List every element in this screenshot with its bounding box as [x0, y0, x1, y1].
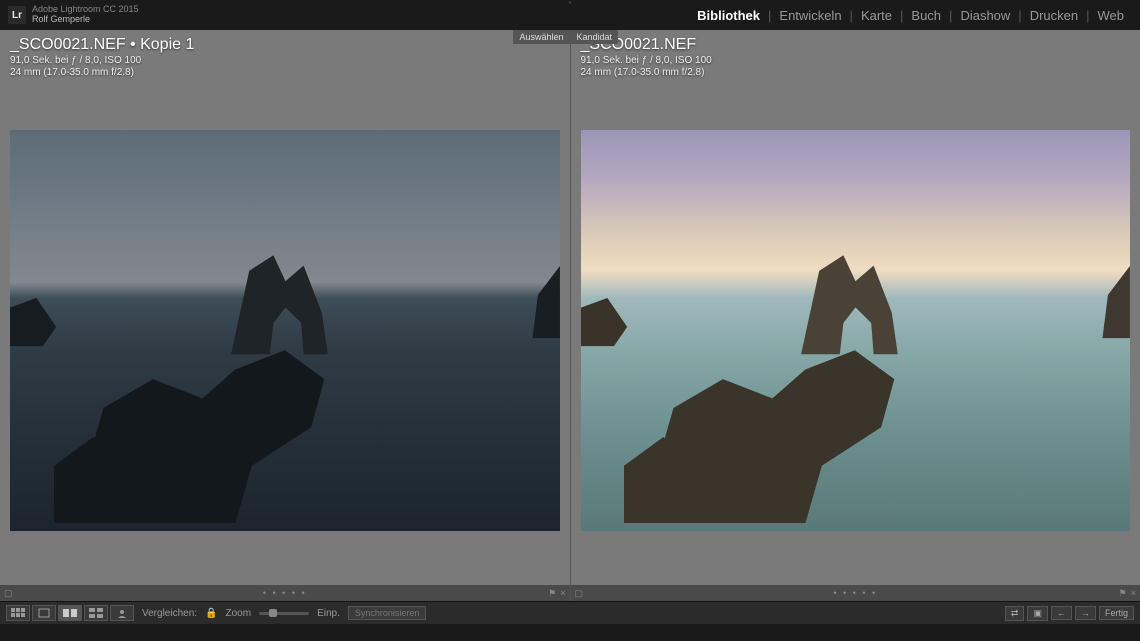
done-button[interactable]: Fertig	[1099, 606, 1134, 620]
next-button[interactable]: →	[1075, 606, 1096, 620]
select-close-icon[interactable]: ×	[560, 588, 565, 599]
compare-view-button[interactable]	[58, 605, 82, 621]
module-develop[interactable]: Entwickeln	[771, 8, 849, 23]
candidate-flag-icon[interactable]: ⚑	[1119, 588, 1127, 599]
candidate-exposure: 91,0 Sek. bei ƒ / 8,0, ISO 100	[581, 55, 712, 66]
lock-icon[interactable]: 🔒	[205, 608, 217, 619]
lightroom-logo-icon: Lr	[8, 6, 26, 24]
panel-collapse-handle[interactable]	[555, 0, 585, 6]
compare-nav: ⇄ ▣ ← → Fertig	[1005, 606, 1134, 621]
module-web[interactable]: Web	[1090, 8, 1133, 23]
select-index-icon: ▢	[4, 588, 13, 599]
candidate-footer: ▢ • • • • • ⚑ ×	[571, 585, 1140, 601]
app-identity: Lr Adobe Lightroom CC 2015 Rolf Gemperle	[8, 5, 139, 25]
compare-view: Auswählen _SCO0021.NEF • Kopie 1 91,0 Se…	[0, 30, 1140, 601]
rock-side	[505, 266, 560, 338]
candidate-lens: 24 mm (17.0-35.0 mm f/2.8)	[581, 67, 712, 78]
rock-side	[1075, 266, 1130, 338]
filmstrip-collapsed[interactable]	[0, 624, 1140, 641]
swap-button[interactable]: ⇄	[1005, 606, 1025, 621]
select-exposure: 91,0 Sek. bei ƒ / 8,0, ISO 100	[10, 55, 194, 66]
module-slideshow[interactable]: Diashow	[952, 8, 1018, 23]
candidate-photo	[581, 130, 1131, 531]
rock-foreground	[54, 331, 384, 523]
select-info-overlay: _SCO0021.NEF • Kopie 1 91,0 Sek. bei ƒ /…	[10, 36, 194, 78]
candidate-index-icon: ▢	[575, 588, 584, 599]
select-lens: 24 mm (17.0-35.0 mm f/2.8)	[10, 67, 194, 78]
rock-foreground	[624, 331, 954, 523]
candidate-close-icon[interactable]: ×	[1131, 588, 1136, 599]
module-picker: Bibliothek| Entwickeln| Karte| Buch| Dia…	[689, 8, 1132, 23]
fit-label: Einp.	[317, 608, 340, 619]
toolbar: Vergleichen: 🔒 Zoom Einp. Synchronisiere…	[0, 601, 1140, 624]
grid-view-button[interactable]	[6, 605, 30, 621]
candidate-rating[interactable]: • • • • •	[833, 588, 877, 598]
zoom-label: Zoom	[226, 608, 252, 619]
zoom-slider[interactable]	[259, 612, 309, 615]
select-image-area[interactable]	[0, 30, 570, 601]
candidate-panel: Kandidat _SCO0021.NEF 91,0 Sek. bei ƒ / …	[570, 30, 1140, 601]
view-mode-buttons	[6, 605, 134, 621]
prev-button[interactable]: ←	[1051, 606, 1072, 620]
sync-button[interactable]: Synchronisieren	[348, 606, 427, 620]
candidate-image-area[interactable]	[571, 30, 1140, 601]
module-map[interactable]: Karte	[853, 8, 900, 23]
select-panel: Auswählen _SCO0021.NEF • Kopie 1 91,0 Se…	[0, 30, 570, 601]
make-select-button[interactable]: ▣	[1027, 606, 1048, 621]
module-print[interactable]: Drucken	[1022, 8, 1086, 23]
candidate-tag: Kandidat	[571, 30, 619, 44]
select-rating[interactable]: • • • • •	[263, 588, 307, 598]
compare-label: Vergleichen:	[142, 608, 197, 619]
select-tag: Auswählen	[513, 30, 569, 44]
title-bar: Lr Adobe Lightroom CC 2015 Rolf Gemperle…	[0, 0, 1140, 30]
select-flag-icon[interactable]: ⚑	[548, 588, 556, 599]
loupe-view-button[interactable]	[32, 605, 56, 621]
select-filename: _SCO0021.NEF • Kopie 1	[10, 36, 194, 54]
module-library[interactable]: Bibliothek	[689, 8, 768, 23]
select-footer: ▢ • • • • • ⚑ ×	[0, 585, 570, 601]
module-book[interactable]: Buch	[903, 8, 949, 23]
select-photo	[10, 130, 560, 531]
survey-view-button[interactable]	[84, 605, 108, 621]
people-view-button[interactable]	[110, 605, 134, 621]
user-name: Rolf Gemperle	[32, 15, 139, 25]
